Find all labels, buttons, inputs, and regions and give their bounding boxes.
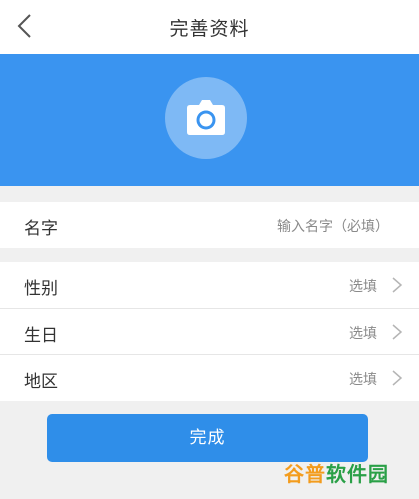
chevron-right-icon	[392, 277, 403, 293]
region-label: 地区	[24, 372, 58, 392]
name-label: 名字	[24, 219, 58, 239]
chevron-right-icon	[392, 324, 403, 340]
region-field-row[interactable]: 地区 选填	[0, 355, 419, 401]
avatar-banner	[0, 54, 419, 186]
chevron-right-icon	[392, 370, 403, 386]
birthday-field-row[interactable]: 生日 选填	[0, 309, 419, 355]
avatar-upload-button[interactable]	[165, 77, 247, 159]
name-field-row[interactable]: 名字 输入名字（必填）	[0, 202, 419, 248]
gender-label: 性别	[24, 279, 58, 299]
page-title: 完善资料	[169, 18, 250, 40]
birthday-value: 选填	[349, 326, 377, 342]
done-button[interactable]: 完成	[47, 414, 368, 462]
birthday-label: 生日	[24, 326, 58, 346]
name-input[interactable]: 输入名字（必填）	[277, 216, 389, 236]
gender-field-row[interactable]: 性别 选填	[0, 262, 419, 308]
region-value: 选填	[349, 372, 377, 388]
watermark-logo: 谷普软件园	[284, 458, 389, 487]
watermark-part-2: 软件园	[326, 462, 389, 486]
top-navigation-bar: 完善资料	[0, 0, 419, 54]
gender-value: 选填	[349, 279, 377, 295]
camera-icon	[187, 100, 225, 135]
watermark-part-1: 谷普	[284, 462, 326, 486]
